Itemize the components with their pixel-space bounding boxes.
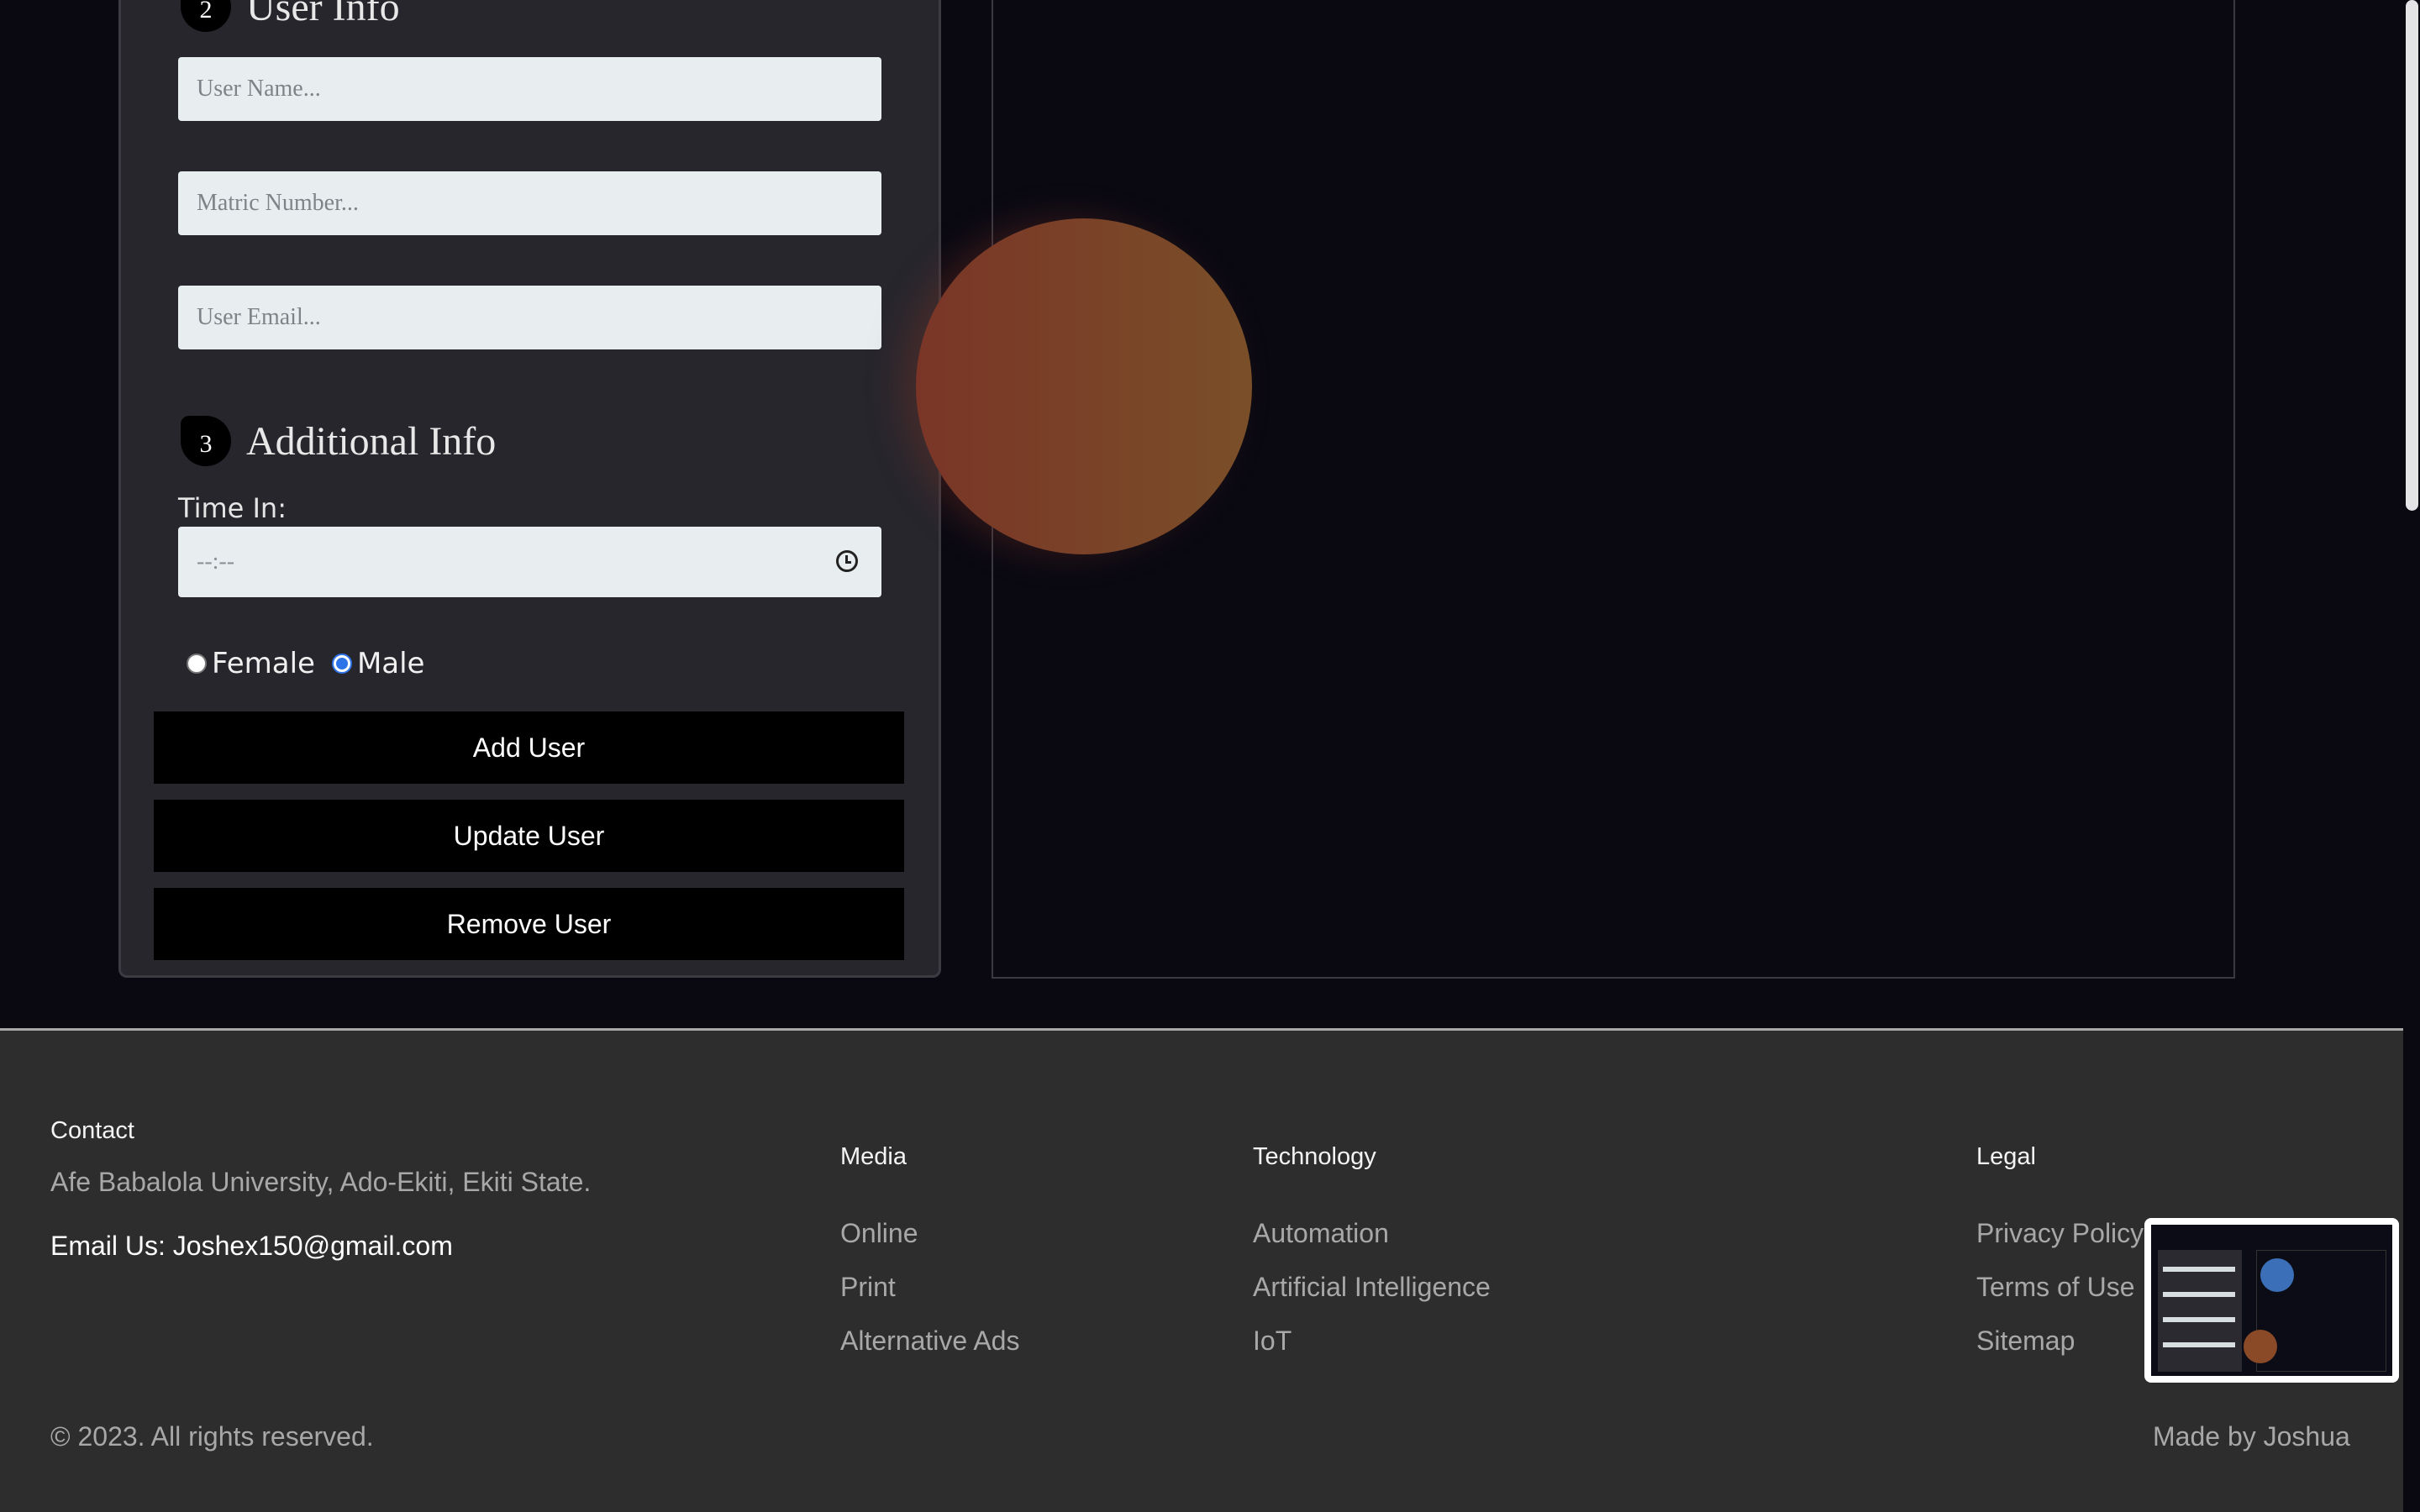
footer-link-terms-of-use[interactable]: Terms of Use [1976,1272,2134,1303]
add-user-button[interactable]: Add User [154,711,904,784]
gender-option-male[interactable]: Male [331,647,425,680]
section-title-user-info: User Info [246,0,400,29]
footer-link-artificial-intelligence[interactable]: Artificial Intelligence [1253,1272,1491,1303]
footer-contact-heading: Contact [50,1117,134,1144]
footer-link-automation[interactable]: Automation [1253,1218,1389,1249]
footer-address: Afe Babalola University, Ado-Ekiti, Ekit… [50,1167,592,1197]
female-label: Female [212,647,315,680]
footer-technology-heading: Technology [1253,1143,1376,1170]
user-name-input[interactable] [178,57,881,121]
footer-legal-heading: Legal [1976,1143,2036,1170]
decorative-orb [916,218,1252,554]
footer-link-alternative-ads[interactable]: Alternative Ads [840,1326,1019,1357]
time-in-label: Time In: [178,492,287,524]
time-in-value: --:-- [197,549,235,575]
update-user-button[interactable]: Update User [154,800,904,872]
user-email-input[interactable] [178,286,881,349]
site-footer: Contact Afe Babalola University, Ado-Eki… [0,1028,2403,1512]
gender-option-female[interactable]: Female [187,647,315,680]
footer-link-print[interactable]: Print [840,1272,896,1303]
footer-credit: Made by Joshua [2153,1421,2350,1452]
step-badge-2: 2 [181,0,231,32]
male-label: Male [356,647,425,680]
footer-media-heading: Media [840,1143,907,1170]
section-additional-info-header: 3 Additional Info [181,416,496,466]
footer-link-privacy-policy[interactable]: Privacy Policy [1976,1218,2144,1249]
preview-orange-orb [2244,1330,2277,1363]
page-preview-thumbnail[interactable] [2144,1218,2399,1383]
step-badge-3: 3 [181,416,231,466]
main-content: 2 User Info 3 Additional Info Time In: -… [0,0,2403,1028]
footer-link-online[interactable]: Online [840,1218,918,1249]
gender-radio-group: Female Male [187,647,441,680]
footer-email[interactable]: Email Us: Joshex150@gmail.com [50,1231,453,1262]
scrollbar-thumb[interactable] [2406,0,2418,511]
time-in-input[interactable]: --:-- [178,527,881,597]
matric-number-input[interactable] [178,171,881,235]
page-preview-content [2151,1225,2392,1376]
section-user-info-header: 2 User Info [181,0,400,32]
clock-icon[interactable] [836,550,858,572]
remove-user-button[interactable]: Remove User [154,888,904,960]
footer-copyright: © 2023. All rights reserved. [50,1421,374,1452]
preview-field [2163,1292,2235,1297]
preview-field [2163,1267,2235,1272]
preview-field [2163,1317,2235,1322]
section-title-additional-info: Additional Info [246,418,497,464]
preview-field [2163,1342,2235,1347]
footer-link-sitemap[interactable]: Sitemap [1976,1326,2075,1357]
footer-link-iot[interactable]: IoT [1253,1326,1292,1357]
preview-blue-orb [2260,1258,2294,1292]
female-radio[interactable] [187,654,207,674]
male-radio[interactable] [331,654,352,674]
